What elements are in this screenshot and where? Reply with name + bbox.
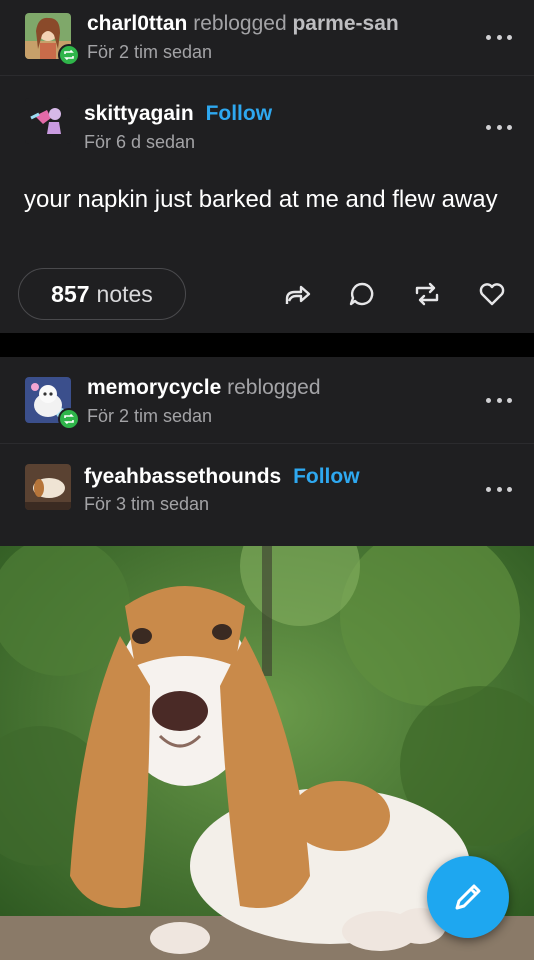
author-avatar[interactable]	[25, 98, 71, 144]
reblog-header: charl0ttan reblogged parme-san För 2 tim…	[0, 0, 534, 76]
reply-icon[interactable]	[348, 280, 376, 308]
notes-count: 857	[51, 280, 90, 307]
more-icon[interactable]	[486, 32, 512, 42]
more-icon[interactable]	[486, 484, 512, 494]
post-1: charl0ttan reblogged parme-san För 2 tim…	[0, 0, 534, 333]
author-name[interactable]: skittyagain	[84, 102, 194, 125]
author-time: För 6 d sedan	[84, 132, 196, 152]
notes-label: notes	[96, 280, 153, 307]
reblogger-name[interactable]: charl0ttan	[87, 12, 187, 35]
author-line: skittyagain Follow	[84, 102, 272, 126]
notes-button[interactable]: 857 notes	[18, 268, 186, 320]
author-row: skittyagain Follow För 6 d sedan	[0, 76, 534, 156]
more-icon[interactable]	[486, 122, 512, 132]
post-body-text: your napkin just barked at me and flew a…	[24, 186, 498, 213]
more-icon[interactable]	[486, 395, 512, 405]
source-name[interactable]: parme-san	[292, 12, 398, 35]
reblogged-word: reblogged	[193, 12, 287, 35]
reblog-header: memorycycle reblogged För 2 tim sedan	[0, 357, 534, 444]
author-row: fyeahbassethounds Follow För 3 tim sedan	[0, 444, 534, 546]
reblogger-name[interactable]: memorycycle	[87, 376, 221, 399]
author-avatar[interactable]	[25, 464, 71, 510]
share-icon[interactable]	[283, 280, 311, 308]
follow-button[interactable]: Follow	[293, 465, 360, 488]
reblog-badge-icon	[58, 408, 80, 430]
author-time: För 3 tim sedan	[84, 494, 210, 514]
like-icon[interactable]	[478, 280, 506, 308]
author-name[interactable]: fyeahbassethounds	[84, 465, 281, 488]
reblogged-word: reblogged	[227, 376, 321, 399]
reblog-badge-icon	[58, 44, 80, 66]
pencil-icon	[455, 884, 481, 910]
reblog-time: För 2 tim sedan	[87, 42, 213, 62]
reblog-time: För 2 tim sedan	[87, 406, 213, 426]
reblog-line: memorycycle reblogged	[87, 376, 321, 400]
compose-button[interactable]	[427, 856, 509, 938]
reblog-line: charl0ttan reblogged parme-san	[87, 12, 399, 36]
reblog-icon[interactable]	[413, 280, 441, 308]
follow-button[interactable]: Follow	[206, 102, 273, 125]
author-line: fyeahbassethounds Follow	[84, 465, 360, 489]
